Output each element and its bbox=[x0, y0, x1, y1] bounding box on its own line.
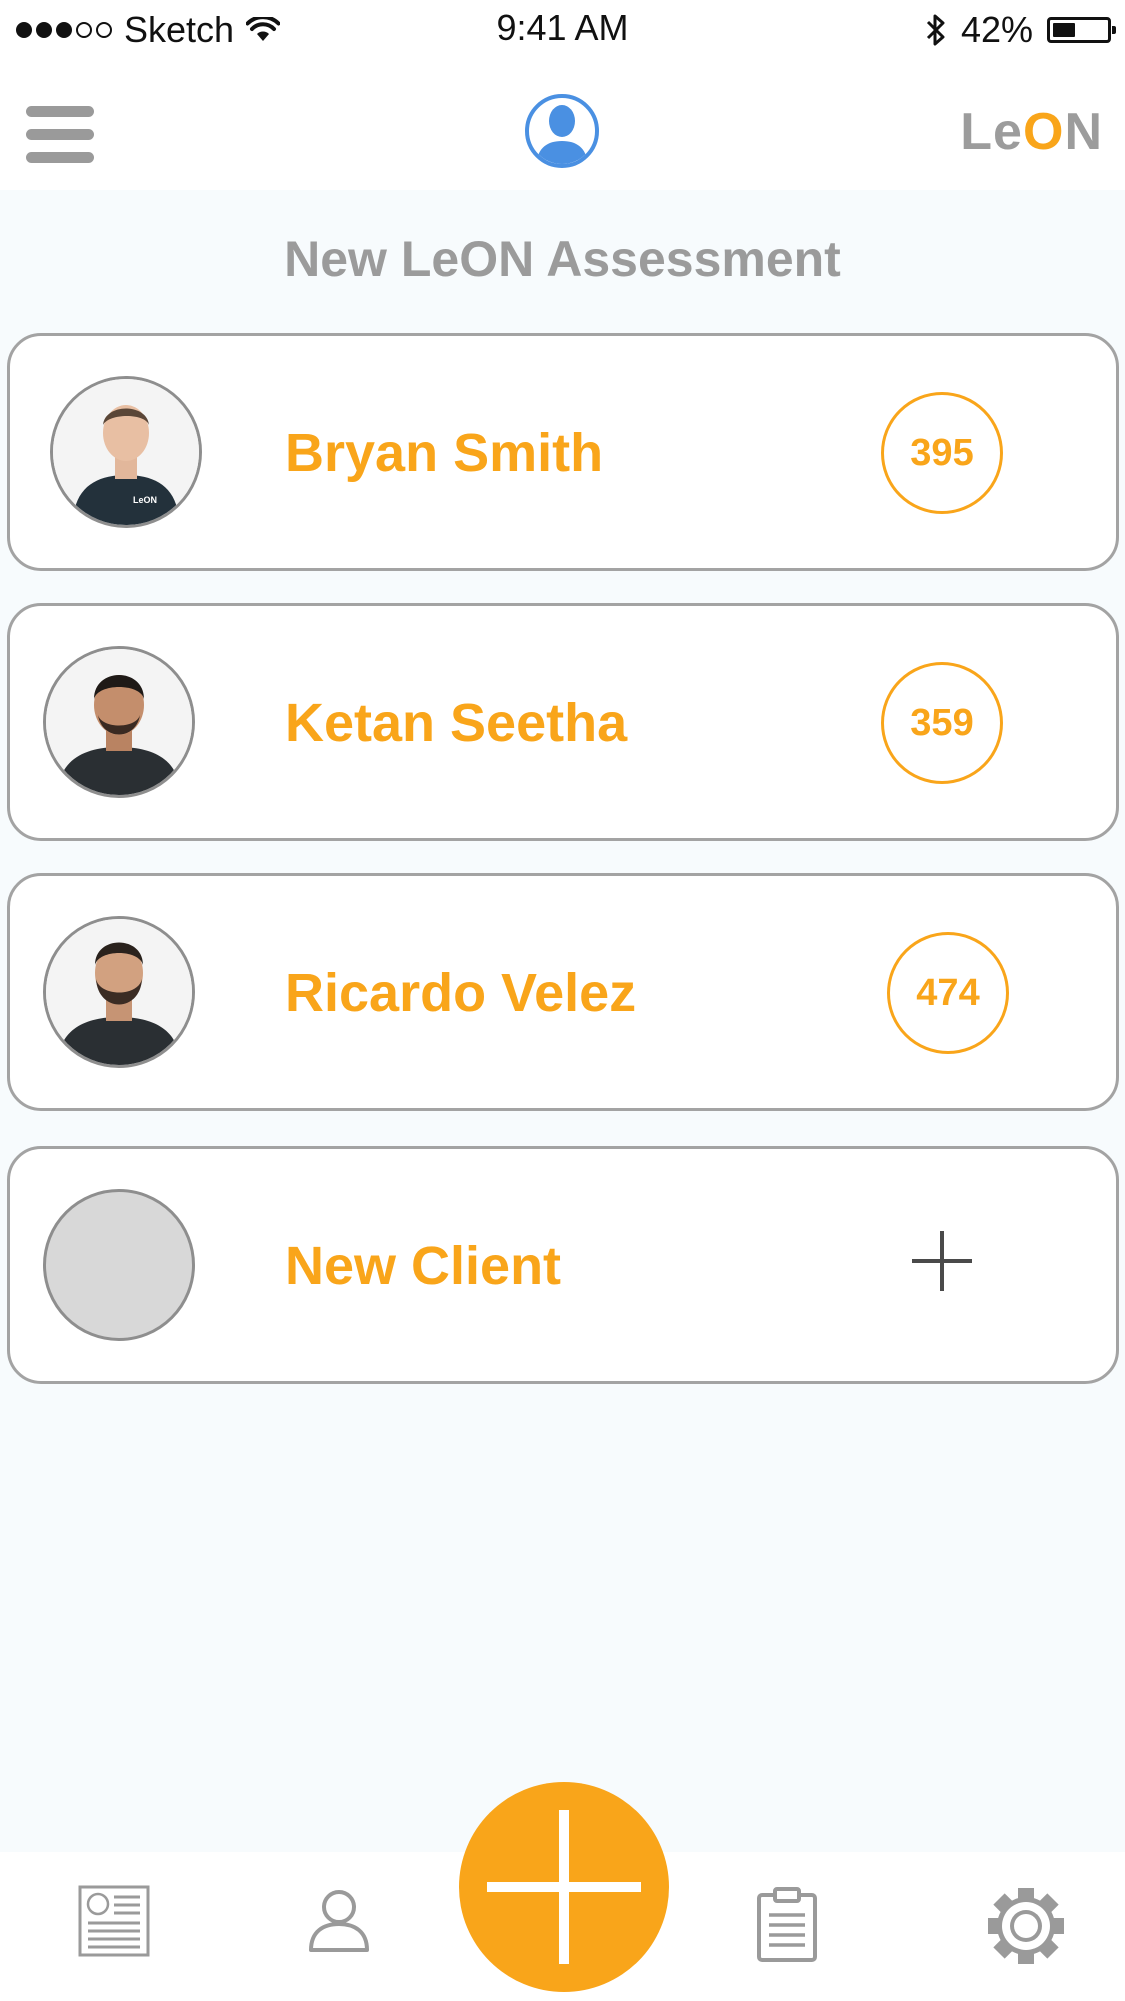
avatar bbox=[43, 646, 195, 798]
clipboard-icon[interactable] bbox=[756, 1887, 818, 1963]
battery-level bbox=[1053, 23, 1075, 37]
battery-icon bbox=[1047, 17, 1116, 43]
add-assessment-icon bbox=[487, 1810, 641, 1964]
client-card[interactable]: Ketan Seetha 359 bbox=[7, 603, 1119, 841]
client-card[interactable]: Ricardo Velez 474 bbox=[7, 873, 1119, 1111]
client-card[interactable]: LeON Bryan Smith 395 bbox=[7, 333, 1119, 571]
score-badge: 359 bbox=[881, 662, 1003, 784]
avatar-placeholder bbox=[43, 1189, 195, 1341]
battery-percent: 42% bbox=[960, 9, 1033, 50]
new-client-label: New Client bbox=[285, 1236, 562, 1296]
user-silhouette-icon bbox=[525, 94, 599, 168]
score-badge: 395 bbox=[881, 392, 1003, 514]
gear-icon[interactable] bbox=[982, 1882, 1070, 1970]
brand-logo-accent: O bbox=[1022, 103, 1065, 161]
client-name: Ricardo Velez bbox=[285, 963, 637, 1023]
page-title: New LeON Assessment bbox=[284, 231, 841, 287]
client-name: Bryan Smith bbox=[285, 423, 604, 483]
navigation-bar: LeON bbox=[0, 60, 1125, 190]
svg-text:LeON: LeON bbox=[133, 495, 157, 505]
plus-icon[interactable] bbox=[910, 1229, 974, 1293]
new-client-card[interactable]: New Client bbox=[7, 1146, 1119, 1384]
score-badge: 474 bbox=[887, 932, 1009, 1054]
avatar: LeON bbox=[50, 376, 202, 528]
hamburger-menu-icon[interactable] bbox=[26, 106, 94, 164]
avatar bbox=[43, 916, 195, 1068]
brand-logo-prefix: Le bbox=[960, 103, 1023, 161]
profile-button[interactable] bbox=[524, 93, 600, 169]
person-icon[interactable] bbox=[306, 1887, 372, 1953]
add-assessment-button[interactable] bbox=[459, 1782, 669, 1992]
brand-logo-suffix: N bbox=[1064, 103, 1103, 161]
news-document-icon[interactable] bbox=[78, 1885, 150, 1957]
battery-tip bbox=[1112, 26, 1116, 34]
status-right: 42% bbox=[925, 8, 1116, 52]
status-bar: Sketch 9:41 AM 42% bbox=[0, 0, 1125, 60]
client-name: Ketan Seetha bbox=[285, 693, 628, 753]
brand-logo: LeON bbox=[960, 102, 1103, 162]
app-screen: Sketch 9:41 AM 42% LeON New LeON Assessm… bbox=[0, 0, 1125, 2001]
bluetooth-icon bbox=[926, 14, 945, 46]
